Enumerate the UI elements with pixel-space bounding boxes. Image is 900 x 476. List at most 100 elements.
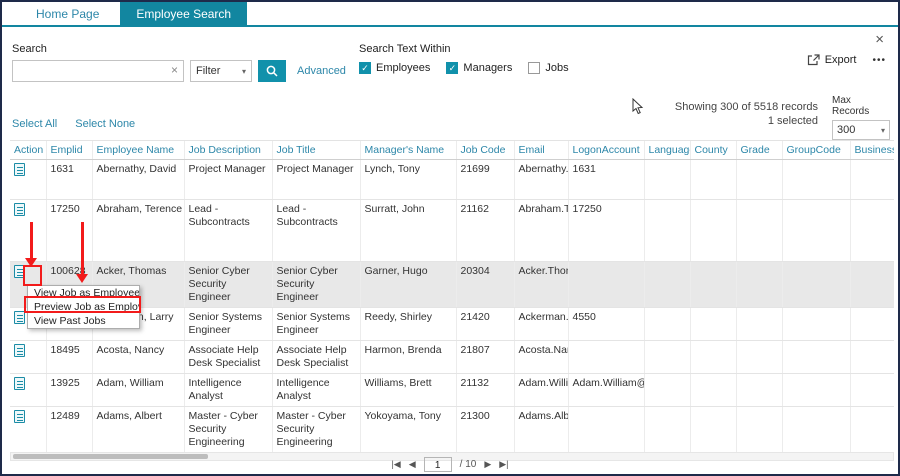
cell-managers-name: Surratt, John [360, 199, 456, 261]
cell-county [690, 373, 736, 406]
col-emplid[interactable]: Emplid [46, 141, 92, 159]
action-cell[interactable] [10, 159, 46, 199]
cell-logonaccount: Adam.William@hr [568, 373, 644, 406]
cell-business-unit [850, 199, 894, 261]
select-all-link[interactable]: Select All [12, 118, 57, 130]
cell-job-code: 20304 [456, 261, 514, 307]
cell-language [644, 199, 690, 261]
checkbox-employees[interactable]: ✓ Employees [359, 62, 430, 74]
search-text-within-area: Search Text Within ✓ Employees ✓ Manager… [359, 43, 569, 74]
col-managers-name[interactable]: Manager's Name [360, 141, 456, 159]
checkbox-unchecked-icon [528, 62, 540, 74]
search-input[interactable] [13, 61, 163, 81]
cell-business-unit [850, 307, 894, 340]
col-business-unit[interactable]: Business_U [850, 141, 894, 159]
selected-count-text: 1 selected [675, 114, 818, 128]
first-page-button[interactable]: |◀ [391, 459, 400, 470]
col-job-title[interactable]: Job Title [272, 141, 360, 159]
mouse-cursor [632, 98, 644, 116]
cell-job-code: 21132 [456, 373, 514, 406]
last-page-button[interactable]: ▶| [499, 459, 508, 470]
checkbox-checked-icon: ✓ [359, 62, 371, 74]
cell-groupcode [782, 340, 850, 373]
cell-job-description: Lead - Subcontracts [184, 199, 272, 261]
checkbox-label: Employees [376, 62, 430, 74]
cell-language [644, 406, 690, 452]
cell-job-title: Lead - Subcontracts [272, 199, 360, 261]
job-actions-icon[interactable] [14, 344, 25, 357]
annotation-box-action-icon [23, 265, 42, 286]
col-county[interactable]: County [690, 141, 736, 159]
search-button[interactable] [258, 60, 286, 82]
cell-grade [736, 307, 782, 340]
col-grade[interactable]: Grade [736, 141, 782, 159]
filter-dropdown[interactable]: Filter ▾ [190, 60, 252, 82]
select-none-link[interactable]: Select None [75, 118, 135, 130]
menu-item-view-past-jobs[interactable]: View Past Jobs [28, 314, 139, 328]
export-button[interactable]: Export [807, 54, 857, 66]
tab-bar: Home Page Employee Search [2, 2, 898, 27]
action-cell[interactable] [10, 373, 46, 406]
cell-language [644, 261, 690, 307]
table-row[interactable]: Ackerman, Larry Senior Systems Engineer … [10, 307, 894, 340]
table-row[interactable]: 1631 Abernathy, David Project Manager Pr… [10, 159, 894, 199]
col-email[interactable]: Email [514, 141, 568, 159]
action-cell[interactable] [10, 340, 46, 373]
advanced-link[interactable]: Advanced [297, 65, 346, 77]
cell-groupcode [782, 261, 850, 307]
selection-links: Select All Select None [12, 118, 135, 130]
search-icon [265, 64, 279, 78]
page-number-input[interactable]: 1 [424, 457, 452, 472]
job-actions-icon[interactable] [14, 410, 25, 423]
job-actions-icon[interactable] [14, 203, 25, 216]
cell-emplid: 13925 [46, 373, 92, 406]
col-job-code[interactable]: Job Code [456, 141, 514, 159]
col-action[interactable]: Action [10, 141, 46, 159]
col-language[interactable]: Language [644, 141, 690, 159]
table-row[interactable]: 17250 Abraham, Terence Lead - Subcontrac… [10, 199, 894, 261]
filter-label: Filter [196, 65, 220, 77]
cell-employee-name: Abernathy, David [92, 159, 184, 199]
job-actions-icon[interactable] [14, 377, 25, 390]
action-cell[interactable] [10, 199, 46, 261]
table-row-selected[interactable]: 100628 Acker, Thomas Senior Cyber Securi… [10, 261, 894, 307]
clear-search-icon[interactable]: × [171, 64, 178, 76]
table-row[interactable]: 13925 Adam, William Intelligence Analyst… [10, 373, 894, 406]
close-icon[interactable]: × [875, 32, 884, 47]
action-cell[interactable] [10, 406, 46, 452]
cell-job-description: Intelligence Analyst [184, 373, 272, 406]
col-logonaccount[interactable]: LogonAccount [568, 141, 644, 159]
tab-home-page[interactable]: Home Page [20, 2, 115, 25]
results-table: Action Emplid Employee Name Job Descript… [10, 140, 894, 452]
pagination: |◀ ◀ 1 / 10 ▶ ▶| [2, 457, 898, 472]
table-row[interactable]: 12489 Adams, Albert Master - Cyber Secur… [10, 406, 894, 452]
tab-employee-search[interactable]: Employee Search [120, 2, 247, 25]
annotation-arrow-line-2 [81, 222, 84, 275]
cell-language [644, 373, 690, 406]
cell-managers-name: Williams, Brett [360, 373, 456, 406]
table-row[interactable]: 18495 Acosta, Nancy Associate Help Desk … [10, 340, 894, 373]
job-actions-icon[interactable] [14, 163, 25, 176]
cell-email: Adam.William [514, 373, 568, 406]
cell-job-code: 21420 [456, 307, 514, 340]
more-options-icon[interactable]: ••• [872, 55, 886, 66]
next-page-button[interactable]: ▶ [484, 459, 491, 470]
cell-email: Abernathy.Da [514, 159, 568, 199]
cell-logonaccount [568, 261, 644, 307]
checkbox-checked-icon: ✓ [446, 62, 458, 74]
cell-email: Acker.Thoma [514, 261, 568, 307]
prev-page-button[interactable]: ◀ [409, 459, 416, 470]
col-job-description[interactable]: Job Description [184, 141, 272, 159]
cell-managers-name: Lynch, Tony [360, 159, 456, 199]
chevron-down-icon: ▾ [242, 67, 246, 76]
checkbox-managers[interactable]: ✓ Managers [446, 62, 512, 74]
max-records-dropdown[interactable]: 300 ▾ [832, 120, 890, 140]
col-employee-name[interactable]: Employee Name [92, 141, 184, 159]
cell-job-description: Project Manager [184, 159, 272, 199]
cell-grade [736, 373, 782, 406]
cell-managers-name: Harmon, Brenda [360, 340, 456, 373]
col-groupcode[interactable]: GroupCode [782, 141, 850, 159]
cell-email: Acosta.Nancy [514, 340, 568, 373]
checkbox-jobs[interactable]: Jobs [528, 62, 568, 74]
search-text-within-label: Search Text Within [359, 43, 569, 55]
